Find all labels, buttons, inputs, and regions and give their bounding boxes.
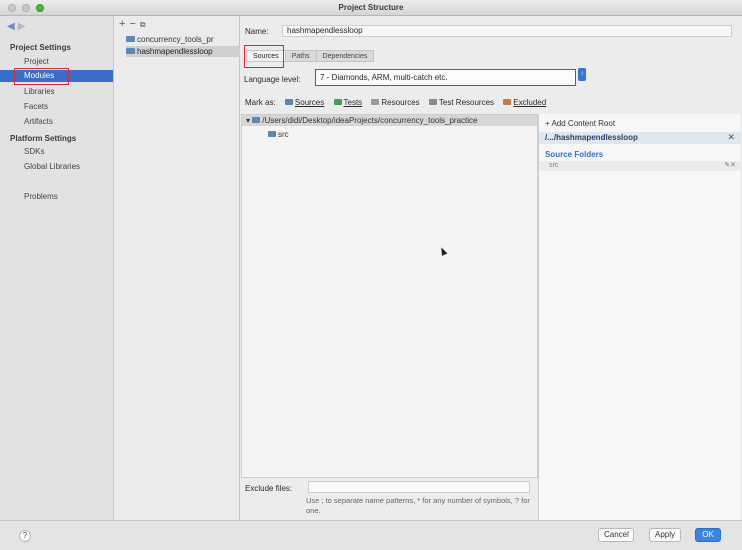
- back-arrow-icon[interactable]: ◀: [7, 21, 18, 32]
- tab-dependencies[interactable]: Dependencies: [315, 50, 375, 62]
- mark-tests-label: Tests: [343, 98, 363, 107]
- exclude-files-input[interactable]: [308, 481, 530, 493]
- resources-folder-icon: [371, 99, 380, 105]
- mark-tests-button[interactable]: Tests: [333, 98, 363, 107]
- module-settings-panel: Name: hashmapendlessloop Sources Paths Dep…: [240, 16, 742, 520]
- source-folder-actions-icon[interactable]: ✎✕: [724, 161, 736, 169]
- content-root-path: /.../hashmapendlessloop: [539, 132, 741, 144]
- sidebar-item-problems[interactable]: Problems: [0, 191, 113, 203]
- mark-excluded-button[interactable]: Excluded: [503, 98, 546, 107]
- module-name-input[interactable]: hashmapendlessloop: [282, 25, 732, 37]
- remove-root-icon[interactable]: ✕: [727, 132, 735, 143]
- module-label: concurrency_tools_pr: [137, 35, 214, 44]
- project-structure-window: Project Structure ◀▶ Project Settings Pr…: [0, 0, 742, 550]
- module-folder-icon: [126, 48, 135, 54]
- sources-folder-icon: [284, 99, 293, 105]
- module-item[interactable]: concurrency_tools_pr: [126, 34, 240, 45]
- source-folder-icon: [268, 131, 276, 137]
- modules-list-panel: +−⧉ concurrency_tools_pr hashmapendlessl…: [114, 16, 240, 520]
- settings-sidebar: ◀▶ Project Settings Project Modules Libr…: [0, 16, 114, 520]
- sidebar-item-global-libraries[interactable]: Global Libraries: [0, 161, 113, 173]
- module-folder-icon: [126, 36, 135, 42]
- window-title: Project Structure: [338, 3, 404, 12]
- language-level-select[interactable]: 7 - Diamonds, ARM, multi-catch etc.: [315, 69, 576, 86]
- section-platform-settings: Platform Settings: [10, 134, 77, 143]
- source-folder-row[interactable]: src: [539, 161, 741, 171]
- exclude-files-label: Exclude files:: [245, 484, 293, 493]
- mark-test-resources-button[interactable]: Test Resources: [428, 98, 495, 107]
- sidebar-item-project[interactable]: Project: [0, 56, 113, 68]
- module-toolbar: +−⧉: [119, 18, 150, 30]
- excluded-folder-icon: [503, 99, 512, 105]
- tree-child-label: src: [278, 130, 289, 139]
- title-bar: Project Structure: [0, 0, 742, 16]
- sidebar-item-facets[interactable]: Facets: [0, 101, 113, 113]
- module-item-selected[interactable]: hashmapendlessloop: [126, 46, 240, 57]
- apply-button[interactable]: Apply: [649, 528, 681, 542]
- forward-arrow-icon[interactable]: ▶: [18, 21, 29, 32]
- copy-icon[interactable]: ⧉: [140, 20, 150, 29]
- sources-tab-highlight-box: [244, 45, 284, 68]
- exclude-files-help: Use ; to separate name patterns, * for a…: [306, 496, 530, 515]
- content-root-tree: ▾ /Users/didi/Desktop/ideaProjects/concu…: [241, 114, 538, 478]
- folder-icon: [252, 117, 261, 123]
- cancel-button[interactable]: Cancel: [598, 528, 634, 542]
- tab-paths[interactable]: Paths: [284, 50, 317, 62]
- modules-highlight-box: [14, 68, 69, 85]
- tree-child-src[interactable]: src: [268, 130, 289, 139]
- mark-as-row: Mark as: Sources Tests Resources Test Re…: [245, 98, 553, 110]
- sidebar-item-libraries[interactable]: Libraries: [0, 86, 113, 98]
- remove-icon[interactable]: −: [129, 18, 139, 30]
- section-project-settings: Project Settings: [10, 43, 71, 52]
- dialog-footer: ? Cancel Apply OK: [0, 520, 742, 550]
- add-icon[interactable]: +: [119, 18, 129, 30]
- mark-sources-button[interactable]: Sources: [284, 98, 325, 107]
- mark-resources-label: Resources: [381, 98, 420, 107]
- sidebar-item-sdks[interactable]: SDKs: [0, 146, 113, 158]
- back-forward-nav: ◀▶: [7, 21, 28, 32]
- language-level-label: Language level:: [244, 75, 301, 84]
- mark-excluded-label: Excluded: [513, 98, 547, 107]
- mark-as-label: Mark as:: [245, 98, 276, 107]
- mark-sources-label: Sources: [294, 98, 325, 107]
- tree-root-row[interactable]: ▾ /Users/didi/Desktop/ideaProjects/concu…: [242, 115, 537, 126]
- dropdown-arrow-icon[interactable]: ↕: [578, 68, 586, 81]
- help-button[interactable]: ?: [19, 530, 31, 542]
- source-folders-title: Source Folders: [545, 150, 604, 159]
- test-resources-folder-icon: [428, 99, 437, 105]
- content-roots-panel: + Add Content Root /.../hashmapendlesslo…: [538, 114, 741, 520]
- sidebar-item-artifacts[interactable]: Artifacts: [0, 116, 113, 128]
- expand-arrow-icon[interactable]: ▾: [246, 116, 250, 125]
- mark-test-resources-label: Test Resources: [438, 98, 495, 107]
- tests-folder-icon: [333, 99, 342, 105]
- name-label: Name:: [245, 27, 269, 36]
- mark-resources-button[interactable]: Resources: [371, 98, 420, 107]
- module-label: hashmapendlessloop: [137, 47, 213, 56]
- add-content-root-button[interactable]: + Add Content Root: [545, 119, 615, 128]
- ok-button[interactable]: OK: [695, 528, 721, 542]
- tree-root-label: /Users/didi/Desktop/ideaProjects/concurr…: [262, 116, 478, 125]
